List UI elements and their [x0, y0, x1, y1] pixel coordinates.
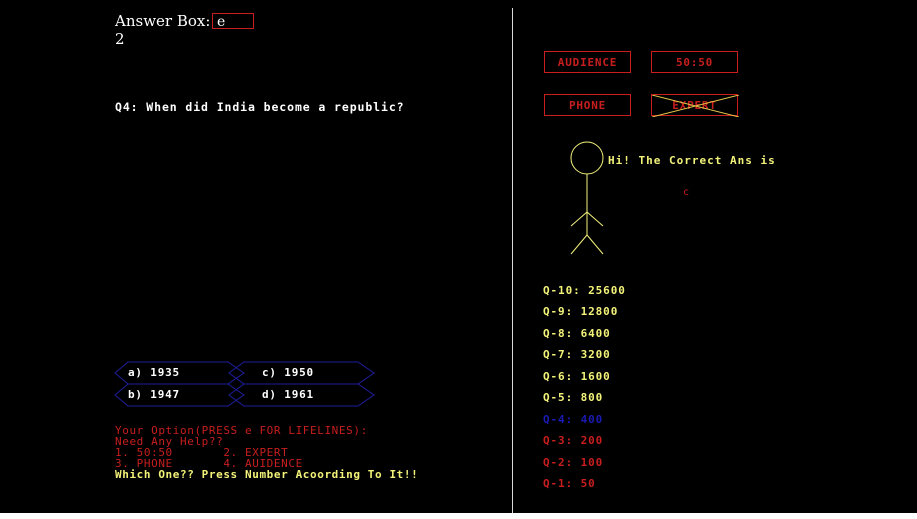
lifeline-fifty-fifty[interactable]: 50:50	[651, 51, 738, 73]
option-c[interactable]: c) 1950	[262, 366, 314, 379]
prize-q7: Q-7: 3200	[543, 348, 611, 361]
used-cross-icon	[652, 95, 739, 117]
prize-q9: Q-9: 12800	[543, 305, 619, 318]
prize-q10: Q-10: 25600	[543, 284, 626, 297]
expert-answer: c	[683, 187, 690, 198]
option-a[interactable]: a) 1935	[128, 366, 180, 379]
lifeline-audience[interactable]: AUDIENCE	[544, 51, 631, 73]
expert-speech: Hi! The Correct Ans is	[608, 154, 776, 167]
lifeline-expert-used: EXPERT	[651, 94, 739, 117]
prize-q1: Q-1: 50	[543, 477, 596, 490]
prize-q6: Q-6: 1600	[543, 370, 611, 383]
prize-q4: Q-4: 400	[543, 413, 604, 426]
prize-q3: Q-3: 200	[543, 434, 604, 447]
prize-q2: Q-2: 100	[543, 456, 604, 469]
prize-q8: Q-8: 6400	[543, 327, 611, 340]
option-b[interactable]: b) 1947	[128, 388, 180, 401]
option-d[interactable]: d) 1961	[262, 388, 314, 401]
game-screen: Answer Box: e 2 Q4: When did India becom…	[0, 0, 917, 513]
lifeline-phone[interactable]: PHONE	[544, 94, 631, 116]
choose-prompt: Which One?? Press Number Acoording To It…	[115, 468, 419, 481]
prize-q5: Q-5: 800	[543, 391, 604, 404]
